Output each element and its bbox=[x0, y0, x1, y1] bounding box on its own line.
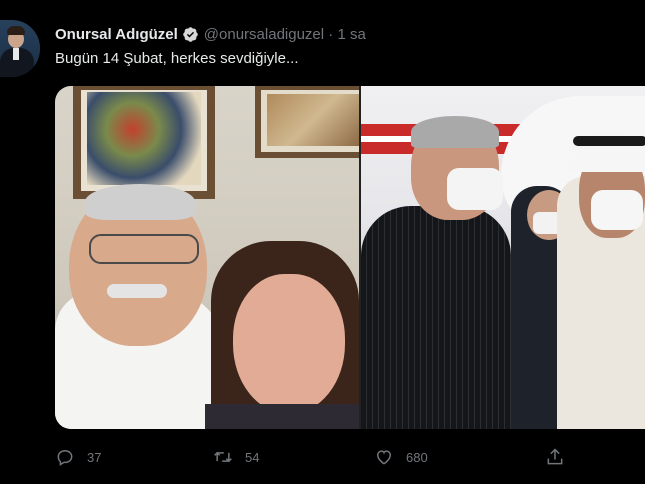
tweet[interactable]: Onursal Adıgüzel @onursaladiguzel · 1 sa… bbox=[0, 0, 645, 484]
tweet-text: Bugün 14 Şubat, herkes sevdiğiyle... bbox=[55, 50, 299, 67]
retweet-button[interactable]: 54 bbox=[213, 440, 259, 474]
tweet-header: Onursal Adıgüzel @onursaladiguzel · 1 sa bbox=[55, 24, 366, 44]
author-avatar[interactable] bbox=[0, 20, 40, 77]
like-button[interactable]: 680 bbox=[374, 440, 428, 474]
tweet-actions: 37 54 680 bbox=[55, 440, 645, 474]
time-separator: · bbox=[324, 25, 338, 43]
reply-count: 37 bbox=[87, 449, 102, 465]
tweet-timestamp[interactable]: 1 sa bbox=[337, 26, 365, 43]
selfie-photo[interactable] bbox=[55, 86, 359, 429]
retweet-icon bbox=[214, 451, 232, 463]
reply-button[interactable]: 37 bbox=[55, 440, 101, 474]
tweet-media[interactable] bbox=[55, 86, 645, 429]
author-handle[interactable]: @onursaladiguzel bbox=[204, 26, 324, 43]
verified-badge-icon bbox=[182, 26, 199, 43]
share-button[interactable] bbox=[545, 440, 577, 474]
airport-photo[interactable] bbox=[361, 86, 645, 429]
painting-frame bbox=[73, 86, 215, 199]
share-icon bbox=[547, 448, 563, 465]
heart-icon bbox=[376, 450, 392, 465]
author-name[interactable]: Onursal Adıgüzel bbox=[55, 26, 178, 43]
retweet-count: 54 bbox=[245, 449, 260, 465]
painting-frame bbox=[255, 86, 359, 158]
reply-icon bbox=[57, 449, 73, 466]
like-count: 680 bbox=[406, 449, 428, 465]
